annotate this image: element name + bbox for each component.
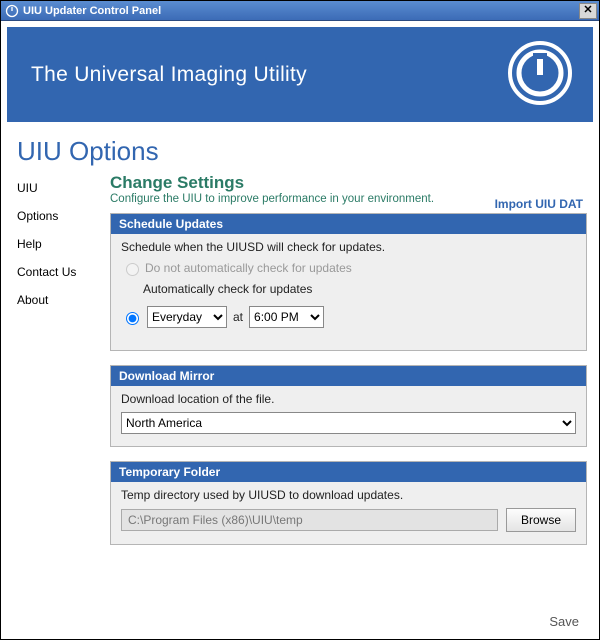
mirror-header: Download Mirror (111, 366, 586, 386)
temp-panel: Temporary Folder Temp directory used by … (110, 461, 587, 545)
banner-title: The Universal Imaging Utility (31, 63, 307, 87)
radio-auto[interactable] (126, 312, 139, 325)
sidebar-item-contact[interactable]: Contact Us (17, 263, 96, 281)
app-icon (5, 4, 19, 18)
sidebar-item-about[interactable]: About (17, 291, 96, 309)
radio-no-auto[interactable] (126, 263, 139, 276)
schedule-header: Schedule Updates (111, 214, 586, 234)
sidebar-item-options[interactable]: Options (17, 207, 96, 225)
mirror-panel: Download Mirror Download location of the… (110, 365, 587, 447)
browse-button[interactable]: Browse (506, 508, 576, 532)
save-link[interactable]: Save (549, 614, 579, 629)
schedule-panel: Schedule Updates Schedule when the UIUSD… (110, 213, 587, 351)
power-logo-icon (507, 40, 573, 109)
temp-path-input (121, 509, 498, 531)
titlebar: UIU Updater Control Panel ✕ (1, 1, 599, 21)
mirror-select[interactable]: North America (121, 412, 576, 434)
radio-no-auto-label: Do not automatically check for updates (145, 261, 352, 275)
sidebar: UIU Options Help Contact Us About (5, 173, 100, 559)
temp-header: Temporary Folder (111, 462, 586, 482)
temp-desc: Temp directory used by UIUSD to download… (121, 488, 576, 502)
sidebar-item-uiu[interactable]: UIU (17, 179, 96, 197)
sidebar-item-help[interactable]: Help (17, 235, 96, 253)
main-panel: Change Settings Configure the UIU to imp… (100, 173, 591, 559)
radio-auto-label: Automatically check for updates (143, 282, 312, 296)
header-banner: The Universal Imaging Utility (7, 27, 593, 122)
settings-heading: Change Settings (110, 173, 587, 193)
mirror-desc: Download location of the file. (121, 392, 576, 406)
close-button[interactable]: ✕ (579, 3, 597, 19)
window-title: UIU Updater Control Panel (23, 5, 161, 17)
time-select[interactable]: 6:00 PM (249, 306, 324, 328)
page-title: UIU Options (1, 128, 599, 173)
schedule-desc: Schedule when the UIUSD will check for u… (121, 240, 576, 254)
at-label: at (233, 310, 243, 324)
frequency-select[interactable]: Everyday (147, 306, 227, 328)
import-dat-link[interactable]: Import UIU DAT (495, 197, 583, 211)
